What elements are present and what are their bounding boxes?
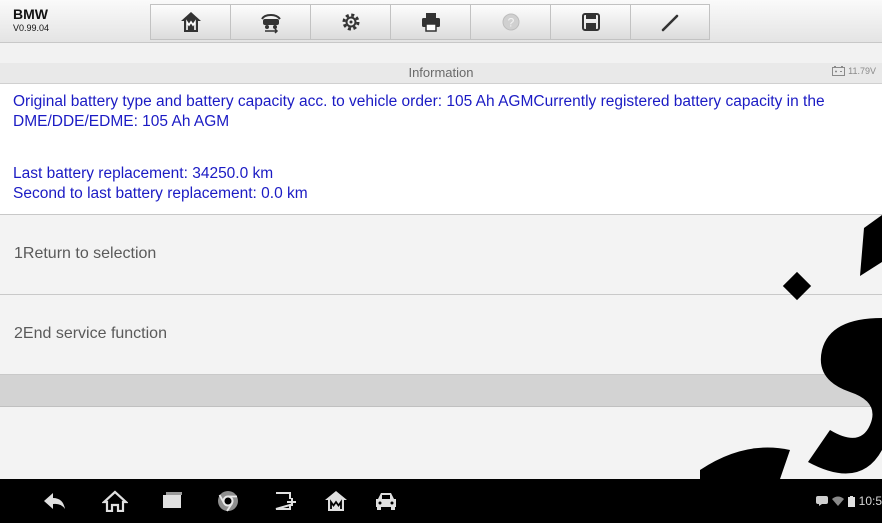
status-area: 10:5 bbox=[815, 493, 882, 509]
wifi-icon bbox=[831, 496, 844, 506]
brand-block: BMW V0.99.04 bbox=[13, 7, 49, 34]
vci-icon bbox=[275, 492, 296, 510]
home-icon bbox=[180, 12, 201, 32]
car-button[interactable] bbox=[373, 490, 399, 517]
print-icon bbox=[421, 13, 440, 32]
battery-icon bbox=[832, 66, 846, 76]
vci-button[interactable] bbox=[273, 490, 299, 517]
message-icon bbox=[815, 496, 828, 506]
back-button[interactable] bbox=[42, 490, 68, 517]
battery-voltage: 11.79V bbox=[848, 66, 876, 76]
car-icon bbox=[376, 493, 396, 510]
option-label: 1Return to selection bbox=[14, 245, 157, 262]
vehicle-swap-button[interactable] bbox=[230, 4, 310, 40]
system-nav-bar: 10:5 bbox=[0, 479, 882, 523]
home-icon bbox=[101, 490, 129, 513]
recent-apps-button[interactable] bbox=[159, 490, 185, 517]
home-nav-button[interactable] bbox=[101, 490, 129, 517]
empty-area bbox=[0, 407, 882, 479]
information-panel: Original battery type and battery capaci… bbox=[0, 84, 882, 215]
help-button[interactable]: ? bbox=[470, 4, 550, 40]
toolbar: ? bbox=[150, 4, 710, 40]
option-label: 2End service function bbox=[14, 325, 167, 342]
option-return-to-selection[interactable]: 1Return to selection bbox=[0, 215, 882, 295]
chrome-button[interactable] bbox=[215, 490, 241, 517]
battery-status-icon bbox=[847, 495, 855, 507]
title-bar: Information 11.79V bbox=[0, 63, 882, 84]
recent-apps-icon bbox=[163, 492, 182, 508]
help-icon: ? bbox=[502, 13, 519, 31]
second-last-replacement-text: Second to last battery replacement: 0.0 … bbox=[13, 185, 308, 202]
vehicle-swap-icon bbox=[260, 13, 281, 34]
back-icon bbox=[44, 493, 65, 509]
home-button[interactable] bbox=[150, 4, 230, 40]
edit-button[interactable] bbox=[630, 4, 710, 40]
battery-indicator: 11.79V bbox=[832, 66, 876, 76]
settings-button[interactable] bbox=[310, 4, 390, 40]
print-button[interactable] bbox=[390, 4, 470, 40]
svg-text:?: ? bbox=[507, 16, 514, 30]
save-button[interactable] bbox=[550, 4, 630, 40]
chrome-icon bbox=[218, 491, 238, 512]
page-title: Information bbox=[408, 65, 474, 80]
battery-capacity-text: Original battery type and battery capaci… bbox=[13, 93, 825, 130]
save-icon bbox=[581, 13, 600, 31]
top-header: BMW V0.99.04 ? bbox=[0, 0, 882, 43]
maxisys-icon bbox=[325, 491, 347, 511]
option-end-service-function[interactable]: 2End service function bbox=[0, 295, 882, 375]
settings-icon bbox=[342, 13, 359, 31]
last-replacement-text: Last battery replacement: 34250.0 km bbox=[13, 165, 274, 182]
edit-icon bbox=[661, 14, 679, 32]
software-version: V0.99.04 bbox=[13, 23, 50, 33]
maxisys-button[interactable] bbox=[323, 490, 349, 517]
vehicle-make: BMW bbox=[13, 6, 48, 22]
list-separator-band bbox=[0, 375, 882, 407]
status-clock: 10:5 bbox=[858, 494, 882, 508]
